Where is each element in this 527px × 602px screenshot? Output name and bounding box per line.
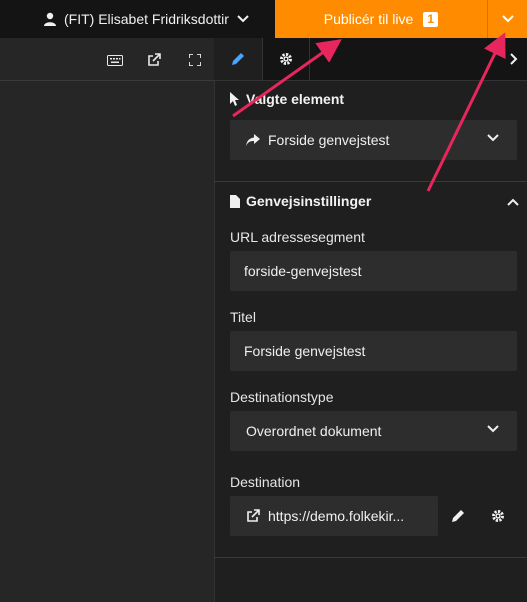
annotation-arrow (232, 39, 342, 118)
annotation-arrows (232, 32, 506, 192)
annotation-arrow (426, 32, 506, 192)
